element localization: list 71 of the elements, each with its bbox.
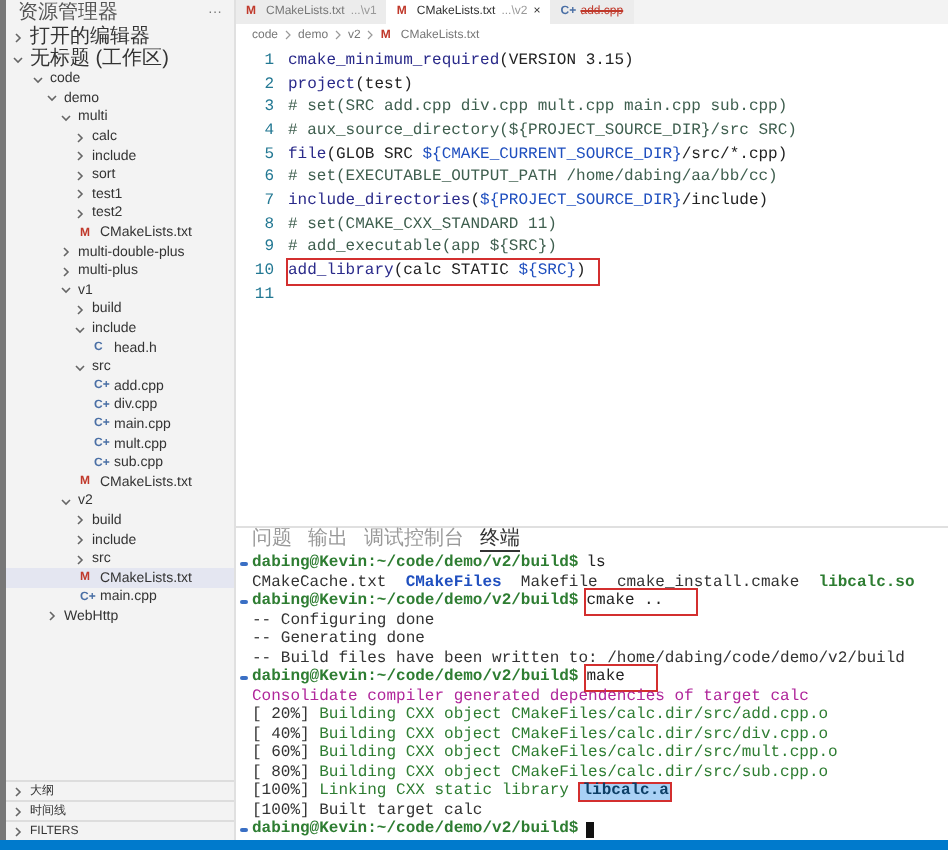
chevron-right-icon bbox=[284, 30, 293, 40]
code-text: [ 60%] bbox=[252, 742, 312, 764]
line-number: 10 bbox=[252, 260, 276, 285]
line-number: 7 bbox=[262, 189, 276, 214]
code-text: [ 80%] bbox=[252, 761, 312, 782]
code-text: # aux_source_directory(${PROJECT_SOURCE_DIR}/src SRC) bbox=[288, 119, 797, 144]
code-text: ) bbox=[576, 260, 586, 285]
line-number: 3 bbox=[262, 96, 276, 121]
shell-prompt: dabing@Kevin:~/code/demo/v2/build$ bbox=[252, 666, 579, 688]
code-text: (GLOB SRC bbox=[326, 143, 415, 168]
chevron-down-icon bbox=[74, 323, 86, 336]
chevron-down-icon bbox=[74, 361, 86, 374]
chevron-right-icon bbox=[46, 610, 58, 623]
highlighted-filename: libcalc.a bbox=[582, 784, 669, 801]
chevron-right-icon bbox=[334, 30, 343, 40]
code-text: (test) bbox=[355, 73, 413, 98]
code-text: Linking CXX static library bbox=[319, 780, 571, 802]
code-text: (VERSION 3.15) bbox=[499, 49, 634, 74]
code-text: # add_executable(app ${SRC}) bbox=[288, 236, 557, 261]
line-number: 1 bbox=[262, 49, 276, 74]
line-number: 2 bbox=[262, 73, 276, 98]
chevron-right-icon bbox=[12, 31, 24, 43]
shell-prompt: dabing@Kevin:~/code/demo/v2/build$ bbox=[252, 818, 579, 843]
shell-prompt: dabing@Kevin:~/code/demo/v2/build$ bbox=[252, 590, 579, 612]
code-text: /include) bbox=[681, 189, 769, 214]
code-text: # set(SRC add.cpp div.cpp mult.cpp main.cpp sub.cpp) bbox=[288, 96, 788, 121]
line-number: 8 bbox=[262, 213, 276, 238]
code-text: add_library bbox=[288, 260, 394, 285]
code-text: [100%] bbox=[252, 780, 312, 802]
code-text: /src/*.cpp) bbox=[681, 143, 788, 168]
code-text: ${SRC} bbox=[518, 260, 577, 285]
code-text: include_directories bbox=[288, 189, 471, 214]
code-text: Building CXX object CMakeFiles/calc.dir/src/mult.cpp.o bbox=[319, 742, 838, 764]
terminal-command: cmake .. bbox=[584, 588, 698, 617]
code-text: ${PROJECT_SOURCE_DIR} bbox=[480, 189, 682, 214]
code-text: # set(EXECUTABLE_OUTPUT_PATH /home/dabing/aa/bb/cc) bbox=[288, 166, 778, 191]
chevron-right-icon bbox=[366, 30, 375, 40]
terminal-command: ls bbox=[584, 552, 608, 574]
code-text: [100%] Built target calc bbox=[252, 799, 483, 820]
code-text: -- Configuring done bbox=[252, 609, 435, 630]
section-header[interactable]: 无标题 (工作区) bbox=[6, 48, 234, 70]
code-text: cmake_minimum_required bbox=[288, 49, 500, 74]
code-text: (calc STATIC bbox=[393, 260, 511, 285]
code-text: file bbox=[288, 143, 327, 168]
code-text: CMakeCache.txt bbox=[252, 571, 389, 592]
code-text: project bbox=[288, 73, 356, 98]
code-text: -- Build files have been written to: /home/dabing/code/demo/v2/build bbox=[252, 647, 905, 668]
code-text: [ 40%] bbox=[252, 723, 312, 744]
code-text: # set(CMAKE_CXX_STANDARD 11) bbox=[288, 213, 557, 238]
code-text: Building CXX object CMakeFiles/calc.dir/src/sub.cpp.o bbox=[319, 761, 829, 782]
line-number: 5 bbox=[262, 143, 276, 168]
shell-prompt: dabing@Kevin:~/code/demo/v2/build$ bbox=[252, 552, 579, 574]
sidebar-title: 资源管理器 bbox=[18, 3, 118, 23]
code-text: Makefile cmake_install.cmake bbox=[518, 571, 802, 592]
chevron-right-icon bbox=[74, 303, 86, 316]
chevron-down-icon bbox=[60, 284, 72, 297]
code-text: Building CXX object CMakeFiles/calc.dir/src/div.cpp.o bbox=[319, 723, 829, 744]
line-number: 6 bbox=[262, 166, 276, 191]
code-text: ${CMAKE_CURRENT_SOURCE_DIR} bbox=[422, 143, 682, 168]
code-text: -- Generating done bbox=[252, 628, 425, 650]
line-number: 4 bbox=[262, 119, 276, 144]
code-text: Building CXX object CMakeFiles/calc.dir/src/add.cpp.o bbox=[319, 704, 829, 726]
code-text: [ 20%] bbox=[252, 704, 312, 726]
panel-tab[interactable]: 终端 bbox=[480, 527, 520, 551]
section-header[interactable]: 打开的编辑器 bbox=[6, 26, 234, 48]
chevron-down-icon bbox=[60, 495, 72, 508]
line-number: 9 bbox=[262, 236, 276, 261]
line-number: 11 bbox=[252, 283, 276, 308]
code-text: CMakeFiles bbox=[405, 571, 502, 592]
code-text: libcalc.so bbox=[818, 571, 915, 596]
code-text: ( bbox=[470, 189, 481, 214]
